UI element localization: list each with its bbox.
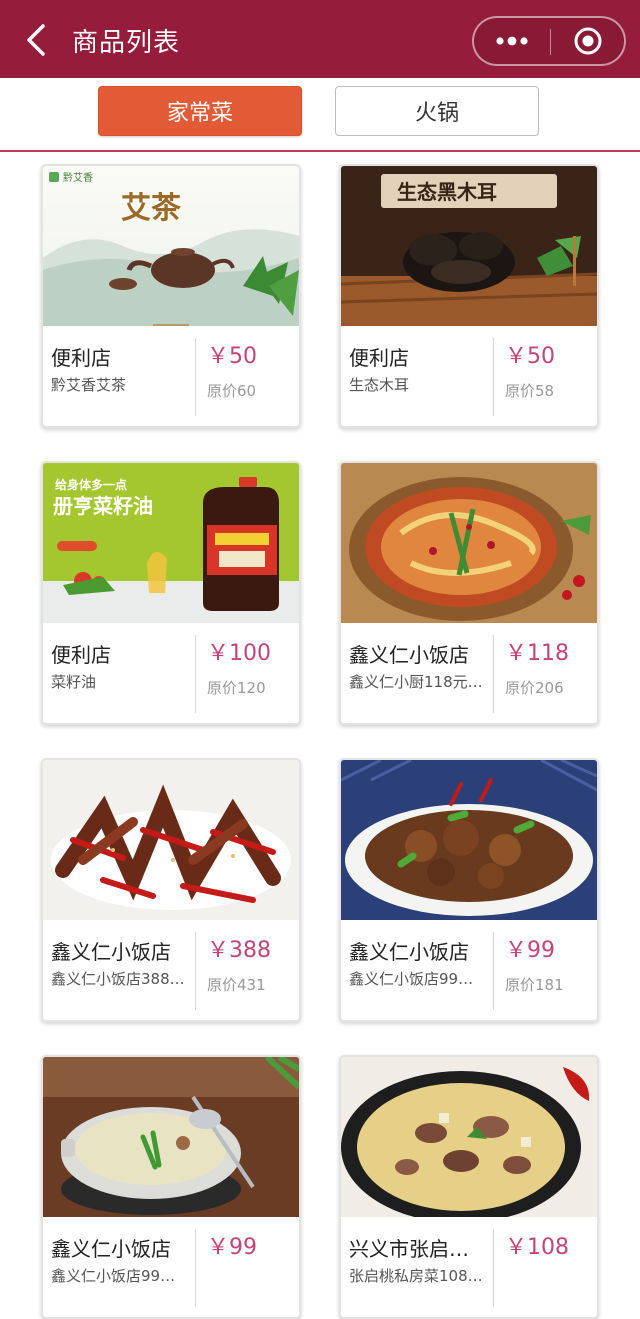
product-price: ￥118 — [505, 641, 569, 666]
original-price: 原价431 — [207, 976, 266, 994]
info-divider — [195, 1229, 196, 1307]
product-image-ai-tea: 黔艾香 艾茶 — [43, 166, 299, 326]
info-divider — [493, 338, 494, 416]
info-divider — [493, 1229, 494, 1307]
original-price: 原价60 — [207, 382, 257, 400]
product-info: 便利店 黔艾香艾茶 ￥50 原价60 — [43, 326, 299, 426]
product-price: ￥100 — [207, 641, 271, 666]
product-card[interactable]: 兴义市张启… 张启桃私房菜108… ￥108 — [339, 1055, 599, 1319]
product-card[interactable]: 鑫义仁小饭店 鑫义仁小厨118元… ￥118 原价206 — [339, 461, 599, 725]
product-name: 鑫义仁小饭店388… — [51, 970, 185, 988]
store-name: 鑫义仁小饭店 — [51, 940, 171, 964]
product-name: 菜籽油 — [51, 673, 97, 691]
product-image-mixed-platter — [341, 463, 597, 623]
product-image-braised-chicken — [341, 760, 597, 920]
svg-text:艾茶: 艾茶 — [121, 191, 182, 226]
product-card[interactable]: 鑫义仁小饭店 鑫义仁小饭店99… ￥99 原价181 — [339, 758, 599, 1022]
product-info: 鑫义仁小饭店 鑫义仁小饭店388… ￥388 原价431 — [43, 920, 299, 1020]
product-price: ￥50 — [207, 344, 257, 369]
product-image-rapeseed-oil: 给身体多一点 册亨菜籽油 — [43, 463, 299, 623]
product-name: 鑫义仁小饭店99… — [349, 970, 474, 988]
page-title: 商品列表 — [72, 28, 181, 58]
original-price: 原价206 — [505, 679, 564, 697]
more-dots-icon — [496, 36, 528, 46]
target-circle-icon — [574, 27, 602, 55]
close-button[interactable] — [551, 18, 625, 64]
product-info: 鑫义仁小饭店 鑫义仁小饭店99… ￥99 原价181 — [341, 920, 597, 1020]
svg-text:生态黑木耳: 生态黑木耳 — [397, 180, 497, 204]
store-name: 兴义市张启… — [349, 1237, 469, 1261]
product-info: 便利店 菜籽油 ￥100 原价120 — [43, 623, 299, 723]
svg-text:给身体多一点: 给身体多一点 — [55, 477, 127, 492]
mini-program-capsule — [472, 16, 626, 66]
product-name: 生态木耳 — [349, 376, 410, 394]
store-name: 便利店 — [51, 643, 111, 667]
product-name: 鑫义仁小饭店99… — [51, 1267, 176, 1285]
product-card[interactable]: 黔艾香 艾茶 便利店 黔艾香艾茶 ￥50 原价60 — [41, 164, 301, 428]
product-card[interactable]: 鑫义仁小饭店 鑫义仁小饭店99… ￥99 — [41, 1055, 301, 1319]
more-button[interactable] — [474, 18, 550, 64]
store-name: 鑫义仁小饭店 — [349, 643, 469, 667]
product-card[interactable]: 给身体多一点 册亨菜籽油 便利店 菜籽油 ￥100 原价120 — [41, 461, 301, 725]
info-divider — [195, 635, 196, 713]
product-image-pot-soup — [43, 1057, 299, 1217]
product-price: ￥99 — [207, 1235, 257, 1260]
tab-hotpot[interactable]: 火锅 — [335, 86, 539, 136]
store-name: 鑫义仁小饭店 — [349, 940, 469, 964]
product-info: 鑫义仁小饭店 鑫义仁小饭店99… ￥99 — [43, 1217, 299, 1317]
product-name: 黔艾香艾茶 — [51, 376, 127, 394]
category-tabs: 家常菜 火锅 — [0, 78, 640, 152]
tab-home-cooking[interactable]: 家常菜 — [98, 86, 302, 136]
product-name: 鑫义仁小厨118元… — [349, 673, 483, 691]
product-card[interactable]: 生态黑木耳 便利店 生态木耳 ￥50 原价58 — [339, 164, 599, 428]
original-price: 原价58 — [505, 382, 555, 400]
info-divider — [195, 932, 196, 1010]
product-price: ￥99 — [505, 938, 555, 963]
svg-text:黔艾香: 黔艾香 — [63, 171, 93, 184]
product-info: 兴义市张启… 张启桃私房菜108… ￥108 — [341, 1217, 597, 1317]
chevron-left-icon — [27, 24, 45, 56]
product-price: ￥108 — [505, 1235, 569, 1260]
original-price: 原价120 — [207, 679, 266, 697]
store-name: 便利店 — [349, 346, 409, 370]
store-name: 便利店 — [51, 346, 111, 370]
info-divider — [195, 338, 196, 416]
svg-text:册亨菜籽油: 册亨菜籽油 — [53, 494, 153, 518]
product-image-spicy-beef — [43, 760, 299, 920]
product-image-meat-stew — [341, 1057, 597, 1217]
info-divider — [493, 932, 494, 1010]
product-image-black-fungus: 生态黑木耳 — [341, 166, 597, 326]
product-name: 张启桃私房菜108… — [349, 1267, 483, 1285]
product-card[interactable]: 鑫义仁小饭店 鑫义仁小饭店388… ￥388 原价431 — [41, 758, 301, 1022]
top-nav-bar: 商品列表 — [0, 0, 640, 78]
product-info: 鑫义仁小饭店 鑫义仁小厨118元… ￥118 原价206 — [341, 623, 597, 723]
product-price: ￥388 — [207, 938, 271, 963]
info-divider — [493, 635, 494, 713]
product-price: ￥50 — [505, 344, 555, 369]
original-price: 原价181 — [505, 976, 564, 994]
back-button[interactable] — [16, 20, 56, 60]
product-info: 便利店 生态木耳 ￥50 原价58 — [341, 326, 597, 426]
store-name: 鑫义仁小饭店 — [51, 1237, 171, 1261]
